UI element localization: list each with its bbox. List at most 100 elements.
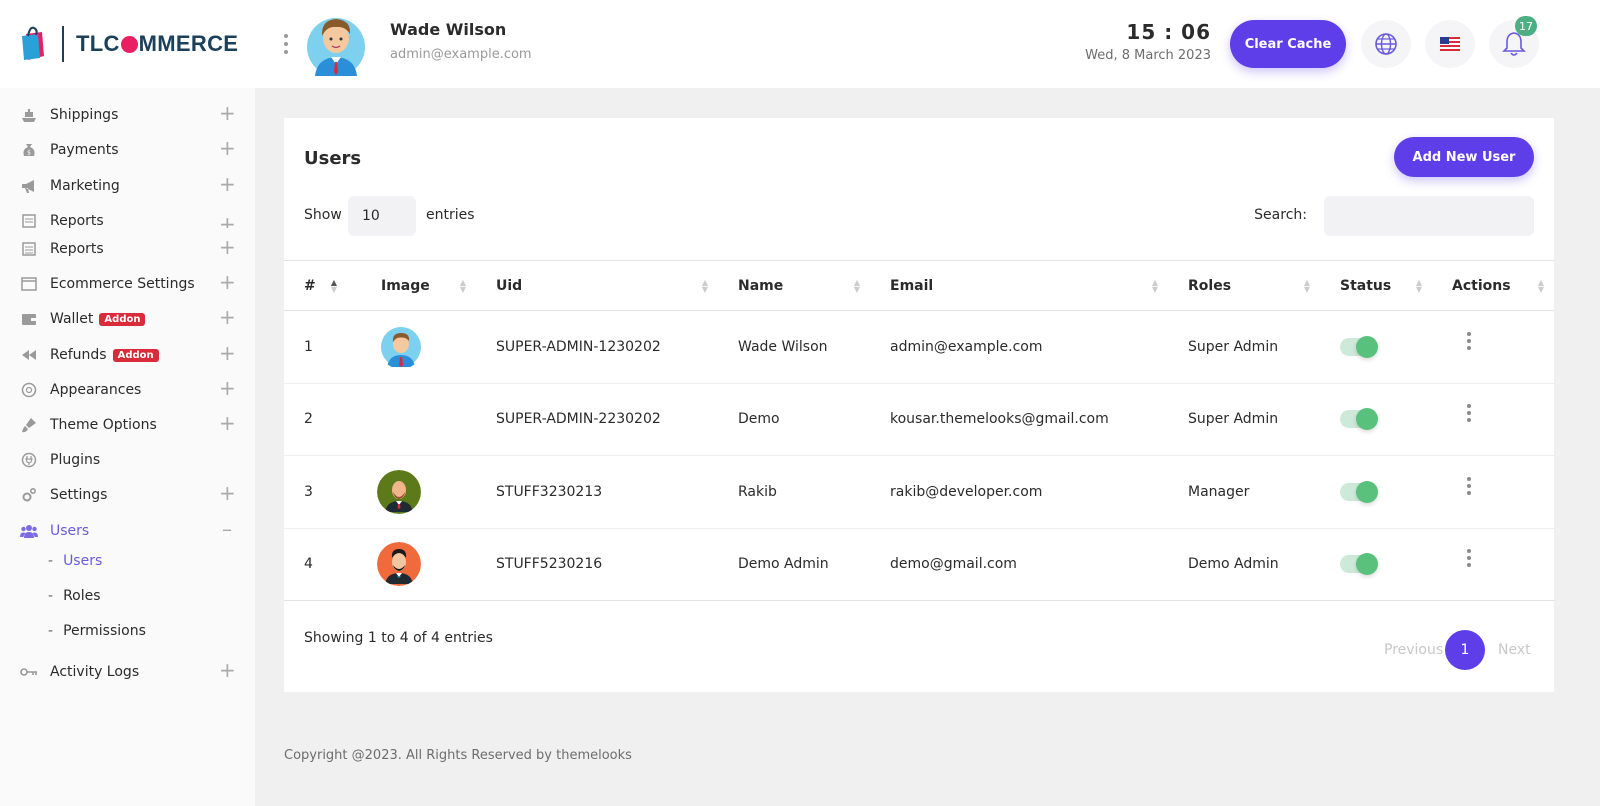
row-actions-cell xyxy=(1432,383,1554,456)
avatar[interactable] xyxy=(307,12,365,76)
expand-icon[interactable]: + xyxy=(219,174,236,194)
language-button[interactable] xyxy=(1361,20,1411,68)
sidebar-item-label: Wallet xyxy=(50,311,94,327)
sidebar-item-theme-options[interactable]: Theme Options + xyxy=(20,413,236,437)
sidebar-item-users[interactable]: Users – xyxy=(20,519,235,543)
table-row: 4 STUFF5230216 Demo Admin demo@gmail.com xyxy=(284,528,1554,601)
row-actions-icon[interactable] xyxy=(1466,549,1472,568)
entries-label: entries xyxy=(426,207,475,223)
pagination-previous[interactable]: Previous xyxy=(1384,642,1443,658)
pagination-next[interactable]: Next xyxy=(1498,642,1531,658)
column-header-uid[interactable]: Uid ▲ ▼ xyxy=(476,261,718,311)
sidebar-item-activity-logs[interactable]: Activity Logs + xyxy=(20,660,236,684)
column-label: # xyxy=(304,277,316,294)
row-status-cell xyxy=(1320,528,1432,601)
sidebar-item-marketing[interactable]: Marketing + xyxy=(20,174,236,198)
column-header-roles[interactable]: Roles ▲ ▼ xyxy=(1168,261,1320,311)
row-actions-icon[interactable] xyxy=(1466,476,1472,495)
column-header-number[interactable]: # ▲ ▼ xyxy=(284,261,361,311)
row-number: 2 xyxy=(304,411,313,428)
status-toggle[interactable] xyxy=(1340,335,1378,358)
column-label: Status xyxy=(1340,277,1392,294)
row-uid: SUPER-ADMIN-1230202 xyxy=(496,338,661,355)
row-actions-icon[interactable] xyxy=(1466,331,1472,350)
sidebar-item-payments[interactable]: $ Payments + xyxy=(20,138,236,162)
row-role: Super Admin xyxy=(1188,338,1279,355)
footer-copyright: Copyright @2023. All Rights Reserved by … xyxy=(284,748,632,763)
column-header-image[interactable]: Image ▲ ▼ xyxy=(361,261,476,311)
users-icon xyxy=(20,522,38,540)
row-email: kousar.themelooks@gmail.com xyxy=(890,411,1109,428)
svg-text:$: $ xyxy=(27,150,31,157)
row-status-cell xyxy=(1320,383,1432,456)
expand-icon[interactable]: + xyxy=(219,272,236,292)
row-actions-cell xyxy=(1432,456,1554,529)
sidebar-item-reports[interactable]: Reports + xyxy=(20,237,236,261)
status-toggle[interactable] xyxy=(1340,480,1378,503)
sidebar-toggle-icon[interactable] xyxy=(283,34,289,54)
brand-logo[interactable]: TLC MMERCE xyxy=(20,24,238,64)
sidebar-item-shippings[interactable]: Shippings + xyxy=(20,103,236,127)
clock-time: 15 : 06 xyxy=(1126,20,1211,44)
sidebar-item-ecommerce-settings[interactable]: Ecommerce Settings + xyxy=(20,272,236,296)
report-icon xyxy=(20,214,38,228)
sidebar-item-plugins[interactable]: Plugins xyxy=(20,448,235,472)
expand-icon[interactable]: + xyxy=(219,307,236,327)
column-label: Email xyxy=(890,277,934,294)
expand-icon[interactable]: + xyxy=(219,138,236,158)
sort-icon: ▲ ▼ xyxy=(1151,278,1158,294)
row-actions-icon[interactable] xyxy=(1466,404,1472,423)
expand-icon[interactable]: + xyxy=(219,483,236,503)
clear-cache-button[interactable]: Clear Cache xyxy=(1230,20,1346,68)
row-image-cell xyxy=(361,383,476,456)
pagination-page-1[interactable]: 1 xyxy=(1445,630,1485,670)
submenu-item-users[interactable]: - Users xyxy=(48,550,102,572)
shopping-bag-icon xyxy=(22,26,44,60)
expand-icon[interactable]: + xyxy=(219,343,236,363)
sort-icon: ▲ ▼ xyxy=(1537,278,1544,294)
sidebar-item-settings[interactable]: Settings + xyxy=(20,483,236,507)
rewind-icon xyxy=(20,346,38,364)
sidebar-item-wallet[interactable]: Wallet Addon + xyxy=(20,307,236,331)
expand-icon[interactable]: + xyxy=(219,214,235,228)
row-actions-cell xyxy=(1432,528,1554,601)
submenu-dash: - xyxy=(48,553,54,569)
sidebar-item-label: Ecommerce Settings xyxy=(50,276,195,292)
key-icon xyxy=(20,663,38,681)
column-header-name[interactable]: Name ▲ ▼ xyxy=(718,261,870,311)
column-label: Actions xyxy=(1452,277,1511,294)
add-new-user-button[interactable]: Add New User xyxy=(1394,137,1534,177)
users-table: # ▲ ▼ Image ▲ ▼ Uid ▲ ▼ Name ▲ ▼ Email ▲ ▼ Roles ▲ ▼… xyxy=(284,260,1554,601)
collapse-icon[interactable]: – xyxy=(219,519,235,539)
submenu-item-roles[interactable]: - Roles xyxy=(48,585,101,607)
sidebar-item-reports-clipped[interactable]: Reports + xyxy=(20,214,235,228)
sidebar-item-label: Marketing xyxy=(50,178,120,194)
sort-icon: ▲ ▼ xyxy=(1415,278,1422,294)
column-header-status[interactable]: Status ▲ ▼ xyxy=(1320,261,1432,311)
table-row: 2 SUPER-ADMIN-2230202 Demo kousar.themel… xyxy=(284,383,1554,456)
user-email: admin@example.com xyxy=(390,47,532,62)
column-header-email[interactable]: Email ▲ ▼ xyxy=(870,261,1168,311)
expand-icon[interactable]: + xyxy=(219,378,236,398)
sidebar-item-label: Users xyxy=(50,523,90,539)
expand-icon[interactable]: + xyxy=(219,103,236,123)
search-input[interactable] xyxy=(1324,196,1534,236)
sidebar: Shippings + $ Payments + Marketing + Rep… xyxy=(0,88,255,806)
expand-icon[interactable]: + xyxy=(219,660,236,680)
entries-select[interactable]: 10 xyxy=(348,196,416,236)
gears-icon xyxy=(20,486,38,504)
palette-icon xyxy=(20,381,38,399)
status-toggle[interactable] xyxy=(1340,408,1378,431)
submenu-item-permissions[interactable]: - Permissions xyxy=(48,620,146,642)
users-card: Users Add New User Show 10 entries Searc… xyxy=(284,118,1554,692)
sidebar-item-appearances[interactable]: Appearances + xyxy=(20,378,236,402)
status-toggle[interactable] xyxy=(1340,553,1378,576)
column-header-actions[interactable]: Actions ▲ ▼ xyxy=(1432,261,1554,311)
currency-button[interactable] xyxy=(1425,20,1475,68)
expand-icon[interactable]: + xyxy=(219,237,236,257)
notifications-button[interactable]: 17 xyxy=(1489,16,1539,68)
sidebar-item-refunds[interactable]: Refunds Addon + xyxy=(20,343,236,367)
money-bag-icon: $ xyxy=(20,141,38,159)
search-label: Search: xyxy=(1254,207,1307,223)
expand-icon[interactable]: + xyxy=(219,413,236,433)
